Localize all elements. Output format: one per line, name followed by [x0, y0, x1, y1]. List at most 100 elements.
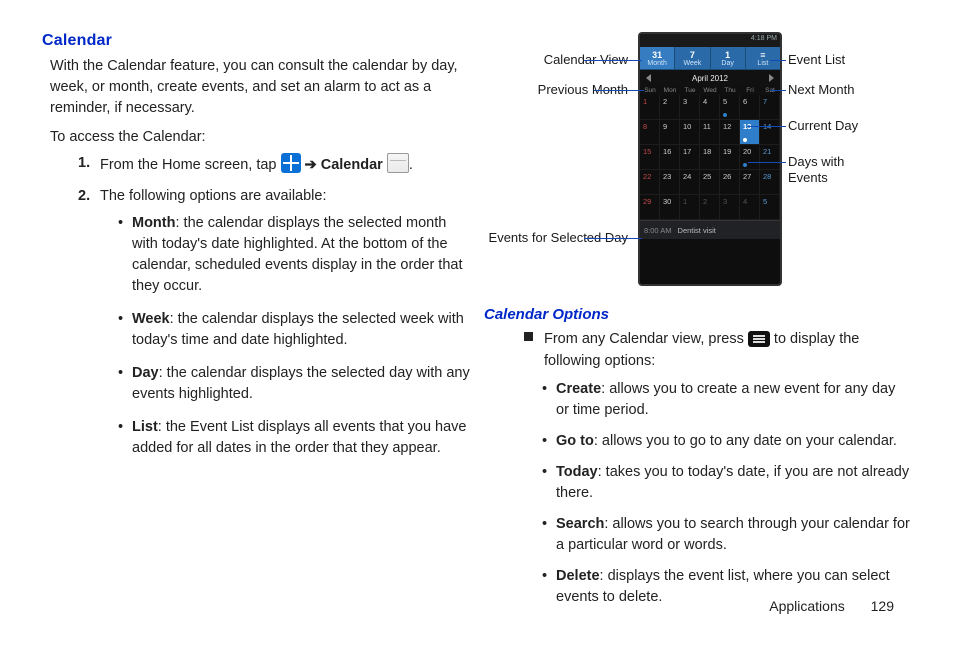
bullet-day: Day: the calendar displays the selected …	[118, 363, 470, 405]
step-1: 1. From the Home screen, tap ➔ Calendar …	[78, 153, 470, 176]
cell: 23	[660, 170, 680, 195]
cell: 2	[660, 95, 680, 120]
cell: 25	[700, 170, 720, 195]
cell: 28	[760, 170, 780, 195]
leader-line	[584, 238, 642, 239]
leader-line	[594, 90, 644, 91]
bullet-desc: : the calendar displays the selected mon…	[132, 215, 463, 294]
option-search: Search: allows you to search through you…	[542, 514, 912, 556]
footer-section: Applications	[769, 598, 845, 614]
cell: 26	[720, 170, 740, 195]
step-number: 1.	[78, 153, 90, 174]
cell-today: 13	[740, 120, 760, 145]
steps-list: 1. From the Home screen, tap ➔ Calendar …	[78, 153, 470, 459]
calendar-label: Calendar	[321, 157, 383, 173]
event-time: 8:00 AM	[644, 226, 672, 235]
bullet-label: Day	[132, 365, 159, 381]
callout-previous-month: Previous Month	[488, 82, 628, 98]
cell: 15	[640, 145, 660, 170]
bullet-label: Week	[132, 311, 170, 327]
cell: 1	[640, 95, 660, 120]
option-desc: : takes you to today's date, if you are …	[556, 464, 909, 501]
tab-label: Month	[647, 60, 666, 67]
leader-line	[748, 126, 786, 127]
view-tabs: 31Month 7Week 1Day ≡List	[640, 47, 780, 70]
tab-list-icon: ≡	[746, 50, 780, 60]
section-heading: Calendar	[42, 32, 470, 50]
tab-num: 7	[675, 50, 709, 60]
dow: Wed	[700, 86, 720, 95]
callout-label: Days with Events	[788, 154, 844, 185]
bullet-label: Month	[132, 215, 175, 231]
bullet-desc: : the calendar displays the selected day…	[132, 365, 470, 402]
cell: 10	[680, 120, 700, 145]
option-desc: : allows you to search through your cale…	[556, 516, 910, 553]
dow: Tue	[680, 86, 700, 95]
cell: 7	[760, 95, 780, 120]
status-bar: 4:18 PM	[640, 34, 780, 47]
callout-label: Event List	[788, 52, 845, 67]
option-label: Search	[556, 516, 604, 532]
period: .	[409, 157, 413, 173]
cell: 22	[640, 170, 660, 195]
access-line: To access the Calendar:	[50, 129, 470, 145]
cell: 11	[700, 120, 720, 145]
bullet-month: Month: the calendar displays the selecte…	[118, 213, 470, 297]
option-label: Go to	[556, 433, 594, 449]
page-footer: Applications 129	[769, 598, 894, 614]
callout-calendar-view: Calendar View	[488, 52, 628, 68]
apps-grid-icon	[281, 153, 301, 173]
option-desc: : allows you to create a new event for a…	[556, 381, 895, 418]
menu-button-icon	[748, 331, 770, 347]
clock: 4:18 PM	[751, 35, 777, 42]
cell: 17	[680, 145, 700, 170]
right-column: 4:18 PM 31Month 7Week 1Day ≡List April 2…	[484, 32, 912, 618]
cell: 3	[680, 95, 700, 120]
cell: 2	[700, 195, 720, 220]
callout-label: Next Month	[788, 82, 854, 97]
tab-month: 31Month	[640, 47, 675, 69]
cell: 12	[720, 120, 740, 145]
callout-current-day: Current Day	[788, 118, 858, 134]
month-label: April 2012	[692, 74, 728, 83]
bullet-desc: : the calendar displays the selected wee…	[132, 311, 464, 348]
options-list: Create: allows you to create a new event…	[542, 379, 912, 608]
tab-list: ≡List	[746, 47, 780, 69]
options-heading: Calendar Options	[484, 306, 912, 323]
callout-event-list: Event List	[788, 52, 845, 68]
option-create: Create: allows you to create a new event…	[542, 379, 912, 421]
event-row: 8:00 AM Dentist visit	[640, 220, 780, 239]
tab-week: 7Week	[675, 47, 710, 69]
view-bullets: Month: the calendar displays the selecte…	[118, 213, 470, 459]
step-text: The following options are available:	[100, 188, 327, 204]
phone-mock: 4:18 PM 31Month 7Week 1Day ≡List April 2…	[638, 32, 782, 286]
cell: 9	[660, 120, 680, 145]
square-bullet-icon	[524, 332, 533, 341]
leader-line	[584, 60, 642, 61]
cell: 20	[740, 145, 760, 170]
calendar-grid: 1 2 3 4 5 6 7 8 9 10 11 12 13 14 15 16 1	[640, 95, 780, 220]
dow: Mon	[660, 86, 680, 95]
option-label: Create	[556, 381, 601, 397]
callout-next-month: Next Month	[788, 82, 854, 98]
document-page: Calendar With the Calendar feature, you …	[0, 0, 954, 646]
phone-diagram: 4:18 PM 31Month 7Week 1Day ≡List April 2…	[488, 32, 908, 292]
intro-paragraph: With the Calendar feature, you can consu…	[50, 56, 470, 119]
cell: 3	[720, 195, 740, 220]
option-label: Delete	[556, 568, 600, 584]
callout-label: Current Day	[788, 118, 858, 133]
options-intro: From any Calendar view, press to display…	[524, 329, 912, 373]
month-bar: April 2012	[640, 70, 780, 86]
arrow-icon: ➔	[305, 157, 317, 173]
event-dot	[723, 113, 727, 117]
options-intro-pre: From any Calendar view, press	[544, 331, 748, 347]
cell: 21	[760, 145, 780, 170]
tab-num: 1	[711, 50, 745, 60]
step-text: From the Home screen, tap	[100, 157, 281, 173]
callout-days-with-events: Days with Events	[788, 154, 878, 185]
cell: 14	[760, 120, 780, 145]
option-goto: Go to: allows you to go to any date on y…	[542, 431, 912, 452]
day-of-week-row: Sun Mon Tue Wed Thu Fri Sat	[640, 86, 780, 95]
prev-month-icon	[646, 74, 651, 82]
cell: 27	[740, 170, 760, 195]
